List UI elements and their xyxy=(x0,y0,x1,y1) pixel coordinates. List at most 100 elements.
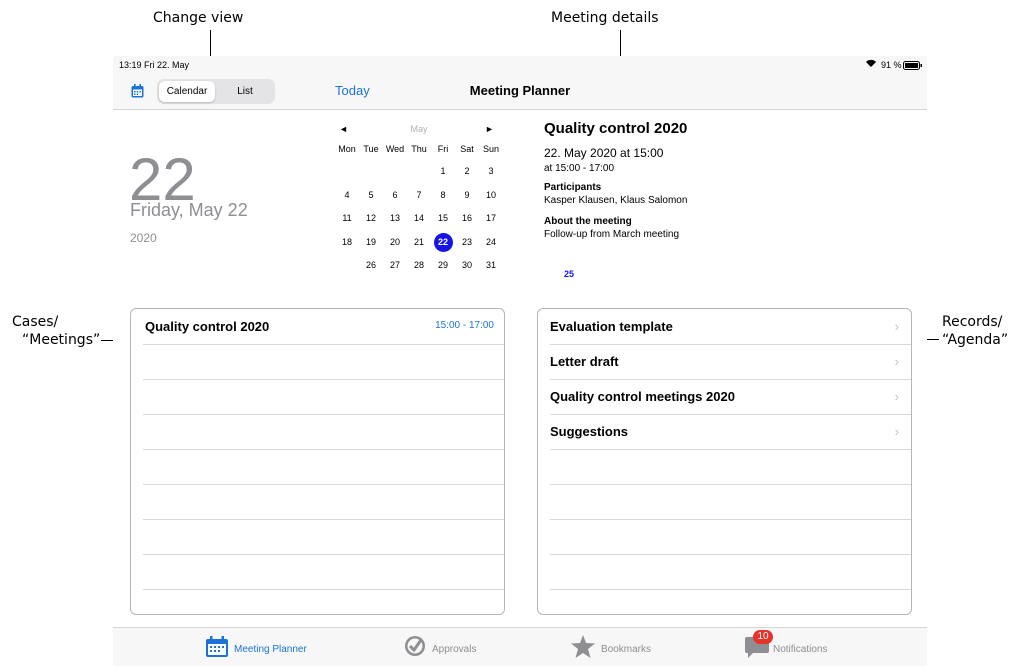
status-bar: 13:19 Fri 22. May 91 % xyxy=(113,56,927,74)
calendar-day-label: 8 xyxy=(440,189,446,200)
tab-label: Approvals xyxy=(432,644,477,655)
calendar-day-label: 23 xyxy=(461,236,472,247)
weekday-header: Sun xyxy=(482,144,499,154)
calendar-grid: Mon Tue Wed Thu Fri Sat Sun 1 2 3 4 5 6 7 8 9 10 11 12 13 14… xyxy=(335,138,574,279)
calendar-day-label: 26 xyxy=(365,260,376,270)
empty-row xyxy=(143,414,504,450)
calendar-day[interactable]: 2 xyxy=(455,160,479,184)
calendar-day[interactable]: 20 xyxy=(383,231,407,255)
next-month-arrow-icon[interactable]: ► xyxy=(485,124,494,134)
annotation-change-view: Change view xyxy=(153,10,244,26)
calendar-day-label: 30 xyxy=(461,260,472,270)
calendar-day-label: 3 xyxy=(488,166,494,176)
calendar-header: ◄ May ► xyxy=(335,124,503,138)
empty-row xyxy=(143,484,504,520)
calendar-day[interactable]: 10 xyxy=(479,184,503,208)
calendar-day[interactable]: 13 xyxy=(383,207,407,231)
calendar-day[interactable]: 16 xyxy=(455,207,479,231)
wifi-icon xyxy=(865,58,877,71)
agenda-row-letter-draft[interactable]: Letter draft › xyxy=(550,344,911,380)
calendar-day[interactable]: 17 xyxy=(479,207,503,231)
calendar-empty-cell xyxy=(335,160,359,184)
calendar-day[interactable]: 22 xyxy=(431,231,455,255)
calendar-day[interactable]: 30 xyxy=(455,254,479,278)
meeting-row-title: Quality control 2020 xyxy=(145,319,270,334)
calendar-day[interactable]: 27 xyxy=(383,254,407,278)
calendar-day-label: 25 xyxy=(563,269,574,279)
meeting-datetime: 22. May 2020 at 15:00 xyxy=(544,146,664,160)
calendar-day[interactable]: 24 xyxy=(479,231,503,255)
weekday-header: Mon xyxy=(338,144,356,154)
empty-row xyxy=(143,379,504,415)
calendar-day[interactable]: 29 xyxy=(431,254,455,278)
calendar-day[interactable]: 12 xyxy=(359,207,383,231)
agenda-row-quality-control-meetings[interactable]: Quality control meetings 2020 › xyxy=(550,379,911,415)
calendar-day-label: 16 xyxy=(461,213,472,223)
meeting-row[interactable]: Quality control 2020 15:00 - 17:00 xyxy=(143,309,504,345)
agenda-row-label: Evaluation template xyxy=(550,319,673,334)
calendar-icon xyxy=(205,636,229,663)
tab-notifications[interactable]: 10 Notifications xyxy=(745,628,845,666)
calendar-day-label: 13 xyxy=(389,213,400,223)
calendar-day-label: 11 xyxy=(342,213,352,223)
calendar-day[interactable]: 4 xyxy=(335,184,359,208)
battery-icon xyxy=(903,61,923,72)
calendar-day-label: 15 xyxy=(437,213,448,223)
calendar-day[interactable]: 9 xyxy=(455,184,479,208)
calendar-day-label: 6 xyxy=(392,189,398,200)
empty-row xyxy=(143,344,504,380)
calendar-day[interactable]: 19 xyxy=(359,231,383,255)
month-label: May xyxy=(410,124,428,134)
weekday-header: Thu xyxy=(411,144,427,154)
annotation-meeting-details: Meeting details xyxy=(551,10,659,26)
calendar-day[interactable]: 21 xyxy=(407,231,431,255)
calendar-day-label: 18 xyxy=(341,236,352,247)
calendar-day-label: 27 xyxy=(389,260,400,270)
calendar-day[interactable]: 1 xyxy=(431,160,455,184)
agenda-row-evaluation-template[interactable]: Evaluation template › xyxy=(550,309,911,345)
calendar-day[interactable]: 23 xyxy=(455,231,479,255)
meeting-time-range: at 15:00 - 17:00 xyxy=(544,163,615,174)
star-icon xyxy=(571,635,595,663)
calendar-day[interactable]: 7 xyxy=(407,184,431,208)
agenda-row-suggestions[interactable]: Suggestions › xyxy=(550,414,911,450)
calendar-empty-cell xyxy=(407,160,431,184)
about-label: About the meeting xyxy=(544,216,632,227)
calendar-day[interactable]: 3 xyxy=(479,160,503,184)
tab-approvals[interactable]: Approvals xyxy=(403,628,493,666)
chevron-right-icon: › xyxy=(894,319,899,334)
calendar-day[interactable]: 6 xyxy=(383,184,407,208)
participants-value: Kasper Klausen, Klaus Salomon xyxy=(544,195,688,206)
calendar-day[interactable]: 18 xyxy=(335,231,359,255)
today-button[interactable]: Today xyxy=(335,83,370,98)
calendar-day-label: 4 xyxy=(344,189,350,200)
agenda-row-label: Suggestions xyxy=(550,424,629,439)
calendar-day[interactable]: 8 xyxy=(431,184,455,208)
calendar-day[interactable]: 11 xyxy=(335,207,359,231)
notification-badge: 10 xyxy=(753,630,773,644)
empty-row xyxy=(143,554,504,590)
annotation-cases: Cases/ xyxy=(12,314,59,330)
weekday-header: Fri xyxy=(437,144,449,154)
calendar-day[interactable]: 26 xyxy=(359,254,383,278)
empty-row xyxy=(550,554,911,590)
calendar-empty-cell xyxy=(383,160,407,184)
calendar-day[interactable]: 14 xyxy=(407,207,431,231)
selected-year: 2020 xyxy=(130,231,157,245)
calendar-day-label: 7 xyxy=(416,189,422,200)
chevron-right-icon: › xyxy=(894,389,899,404)
meeting-title: Quality control 2020 xyxy=(544,120,688,137)
calendar-day[interactable]: 25 xyxy=(557,263,581,287)
empty-row xyxy=(143,519,504,555)
month-calendar: ◄ May ► Mon Tue Wed Thu Fri Sat Sun 1 2 3 4 5 6 7 8 9 10… xyxy=(335,124,574,279)
calendar-day[interactable]: 15 xyxy=(431,207,455,231)
calendar-day[interactable]: 31 xyxy=(479,254,503,278)
calendar-day-label: 31 xyxy=(485,260,496,270)
calendar-day-label: 22 xyxy=(433,232,453,252)
tab-bookmarks[interactable]: Bookmarks xyxy=(571,628,661,666)
tab-label: Meeting Planner xyxy=(234,644,307,655)
calendar-day[interactable]: 28 xyxy=(407,254,431,278)
chevron-right-icon: › xyxy=(894,354,899,369)
calendar-day[interactable]: 5 xyxy=(359,184,383,208)
tab-meeting-planner[interactable]: Meeting Planner xyxy=(205,628,315,666)
